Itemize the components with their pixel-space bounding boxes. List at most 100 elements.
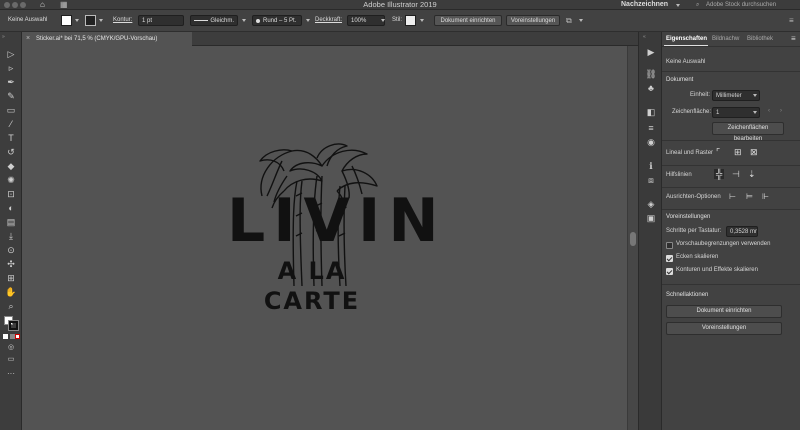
scale-strokes-checkbox[interactable] — [666, 268, 673, 275]
pen-tool-icon[interactable]: ✒ — [5, 76, 17, 88]
round-brush-icon — [256, 19, 260, 23]
lock-guides-icon[interactable]: ⊣ — [732, 169, 740, 180]
ruler-icon[interactable]: ⌜ — [716, 147, 720, 158]
appearance-icon[interactable]: ◉ — [645, 136, 657, 148]
search-icon[interactable]: ⌕ — [696, 0, 699, 10]
none-mode-icon[interactable] — [15, 334, 20, 339]
puppet-warp-icon[interactable]: ♣ — [645, 82, 657, 94]
chevron-down-icon[interactable] — [306, 19, 310, 22]
tab-properties[interactable]: Eigenschaften — [666, 32, 707, 46]
eraser-tool-icon[interactable]: ◆ — [5, 160, 17, 172]
preferences-section-title: Voreinstellungen — [666, 214, 711, 220]
grid-icon[interactable]: ⊞ — [734, 147, 742, 158]
previous-artboard-icon[interactable]: ‹ — [768, 108, 770, 114]
eyedropper-tool-icon[interactable]: ⤓ — [5, 230, 17, 242]
quick-document-setup-button[interactable]: Dokument einrichten — [666, 305, 782, 318]
play-icon[interactable]: ▶ — [645, 46, 657, 58]
rotate-tool-icon[interactable]: ↺ — [5, 146, 17, 158]
close-icon[interactable]: × — [26, 32, 30, 46]
rectangle-tool-icon[interactable]: ▭ — [5, 104, 17, 116]
preview-bounds-checkbox[interactable] — [666, 242, 673, 249]
style-label: Stil: — [392, 17, 403, 23]
control-bar: Keine Auswahl Kontur: 1 pt Gleichm. Rund… — [0, 10, 800, 32]
free-transform-tool-icon[interactable]: ⊡ — [5, 188, 17, 200]
libraries-icon[interactable]: ▣ — [645, 212, 657, 224]
show-guides-icon[interactable]: ╬ — [714, 169, 725, 179]
scrollbar-thumb[interactable] — [630, 232, 636, 246]
chevron-down-icon[interactable] — [420, 19, 424, 22]
tab-libraries[interactable]: Bibliothek — [747, 32, 773, 46]
divider — [662, 165, 800, 166]
canvas-vertical-scrollbar[interactable] — [627, 46, 638, 430]
next-artboard-icon[interactable]: › — [780, 108, 782, 114]
preferences-button[interactable]: Voreinstellungen — [506, 15, 560, 26]
opacity-label[interactable]: Deckkraft: — [315, 15, 342, 26]
arrange-icon[interactable]: ⧉ — [566, 15, 572, 26]
shape-builder-tool-icon[interactable]: ◐ — [5, 202, 17, 214]
collapse-icon[interactable]: » — [2, 34, 5, 40]
rulers-grid-label: Lineal und Raster — [666, 150, 714, 156]
stock-search-input[interactable]: Adobe Stock durchsuchen — [706, 0, 776, 10]
chevron-down-icon[interactable] — [579, 19, 583, 22]
hand-tool-icon[interactable]: ✋ — [5, 286, 17, 298]
pixel-grid-icon[interactable]: ⊠ — [750, 147, 758, 158]
color-mode-icon[interactable] — [3, 334, 8, 339]
gradient-tool-icon[interactable]: ▤ — [5, 216, 17, 228]
chevron-down-icon[interactable] — [99, 19, 103, 22]
tab-image-trace[interactable]: Bildnachw — [712, 32, 739, 46]
zoom-tool-icon[interactable]: ⌕ — [5, 300, 17, 312]
keyboard-increment-label: Schritte per Tastatur: — [666, 228, 722, 234]
workspace-switcher[interactable]: Nachzeichnen — [621, 0, 668, 10]
align-center-icon[interactable]: ⊨ — [746, 192, 753, 201]
panel-menu-icon[interactable]: ≡ — [791, 34, 796, 43]
canvas[interactable]: LIVIN A LA CARTE — [22, 46, 630, 430]
chevron-down-icon[interactable] — [676, 4, 680, 7]
symbol-sprayer-tool-icon[interactable]: ✣ — [5, 258, 17, 270]
warp-tool-icon[interactable]: ✺ — [5, 174, 17, 186]
collapse-icon[interactable]: « — [643, 34, 646, 40]
more-tools-icon[interactable]: ··· — [5, 368, 17, 380]
title-bar: ⌂ ▦ Adobe Illustrator 2019 Nachzeichnen … — [0, 0, 800, 10]
chevron-down-icon[interactable] — [75, 19, 79, 22]
type-tool-icon[interactable]: T — [5, 132, 17, 144]
opacity-field[interactable]: 100% — [347, 15, 385, 26]
stroke-label[interactable]: Kontur: — [113, 15, 132, 26]
artboards-icon[interactable]: ⧈ — [645, 174, 657, 186]
screen-mode-icon[interactable]: ▭ — [5, 354, 17, 366]
scale-corners-checkbox[interactable] — [666, 255, 673, 262]
stroke-weight-field[interactable]: 1 pt — [138, 15, 184, 26]
blend-tool-icon[interactable]: ⊙ — [5, 244, 17, 256]
chevron-down-icon[interactable] — [753, 111, 757, 114]
chevron-down-icon[interactable] — [753, 94, 757, 97]
artwork-headline: LIVIN — [227, 186, 447, 256]
stroke-color-swatch[interactable] — [8, 320, 19, 331]
edit-artboards-button[interactable]: Zeichenflächen bearbeiten — [712, 122, 784, 142]
unit-label: Einheit: — [690, 92, 711, 98]
direct-selection-tool-icon[interactable]: ▹ — [5, 62, 17, 74]
links-icon[interactable]: ⛓ — [645, 68, 657, 80]
divider — [662, 71, 800, 72]
stroke-panel-icon[interactable]: ≡ — [645, 122, 657, 134]
layers-icon[interactable]: ◈ — [645, 198, 657, 210]
app-title: Adobe Illustrator 2019 — [363, 0, 437, 9]
chevron-down-icon[interactable] — [242, 19, 246, 22]
paintbrush-tool-icon[interactable]: ⁄ — [5, 118, 17, 130]
chevron-down-icon[interactable] — [381, 19, 385, 22]
document-tab[interactable]: × Sticker.ai* bei 71,5 % (CMYK/GPU-Vorsc… — [22, 32, 192, 46]
align-key-object-icon[interactable]: ⊢ — [729, 192, 736, 201]
stroke-swatch[interactable] — [85, 15, 96, 26]
quick-preferences-button[interactable]: Voreinstellungen — [666, 322, 782, 335]
align-artboard-icon[interactable]: ⊩ — [762, 192, 769, 201]
curvature-tool-icon[interactable]: ✎ — [5, 90, 17, 102]
document-setup-button[interactable]: Dokument einrichten — [434, 15, 502, 26]
transparency-icon[interactable]: ◧ — [645, 106, 657, 118]
selection-tool-icon[interactable]: ▷ — [5, 48, 17, 60]
draw-mode-icon[interactable]: ◎ — [5, 342, 17, 354]
style-swatch[interactable] — [405, 15, 416, 26]
keyboard-increment-field[interactable]: 0,3528 mr — [726, 226, 758, 237]
panel-menu-icon[interactable]: ≡ — [789, 15, 794, 26]
info-icon[interactable]: ℹ — [645, 160, 657, 172]
artboard-tool-icon[interactable]: ⊞ — [5, 272, 17, 284]
smart-guides-icon[interactable]: ⇣ — [748, 169, 756, 180]
fill-swatch[interactable] — [61, 15, 72, 26]
